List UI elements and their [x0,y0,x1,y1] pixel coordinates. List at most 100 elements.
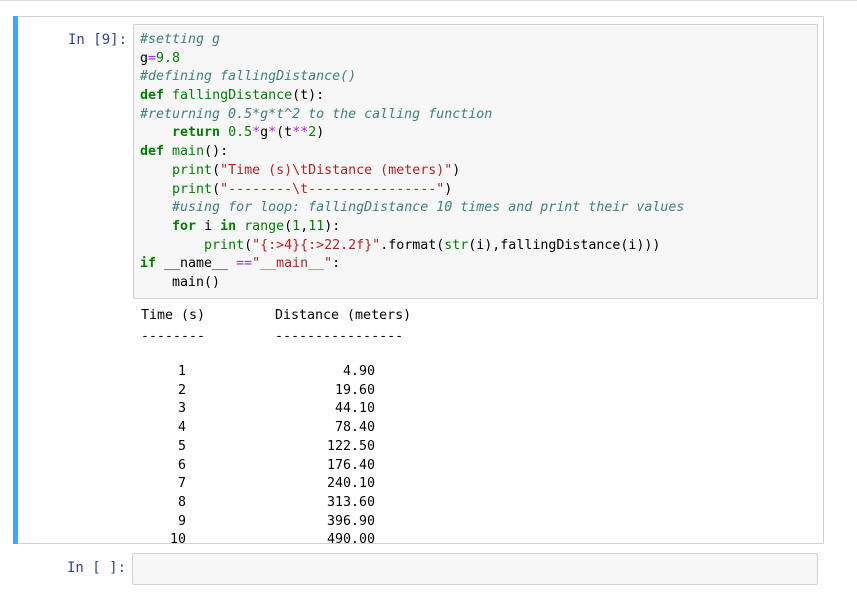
output-distance-value: 396.90 [326,513,375,529]
code-line: def fallingDistance(t): [140,87,684,106]
code-token: , [300,218,309,234]
code-token: #setting g [140,32,221,47]
output-row: 5 122.50 [139,438,439,457]
code-token: ( [212,162,221,178]
code-token: g [260,125,269,141]
code-token: main [172,144,205,160]
code-token: . [380,237,389,253]
code-token: print [172,162,213,178]
output-time-value: 7 [177,476,186,492]
output-header-time: Time (s) [141,308,206,323]
code-line: #setting g [140,31,684,50]
code-token: if [140,256,157,272]
code-cell-empty[interactable]: In [ ]: [13,550,824,590]
code-input-empty[interactable] [132,553,818,585]
output-dash-time: -------- [141,329,206,344]
selected-cell-indicator [13,16,18,544]
code-token: #returning 0.5*g*t^2 to the calling func… [140,106,493,122]
code-line: print("{:>4}{:>22.2f}".format(str(i),fal… [140,237,684,256]
code-cell-selected[interactable]: In [9]: #setting g g=9.8 #defining falling… [13,16,824,547]
code-token: (i),fallingDistance(i))) [468,237,661,253]
code-line: for i in range(1,11): [140,218,684,237]
output-row: 9 396.90 [139,513,439,532]
output-distance-value: 122.50 [326,438,375,454]
output-distance-value: 19.60 [334,382,375,398]
output-distance-value: 44.10 [334,401,375,417]
code-token: 9.8 [156,50,181,66]
input-prompt-empty: In [ ]: [67,560,127,576]
code-editor[interactable]: #setting g g=9.8 #defining fallingDistance… [140,31,684,293]
code-line: #returning 0.5*g*t^2 to the calling func… [140,106,684,125]
code-line: print("Time (s)\tDistance (meters)") [140,162,684,181]
code-token: ) [316,125,325,141]
code-token: 0.5 [228,125,253,141]
code-line: def main(): [140,143,684,162]
code-token: print [204,237,245,253]
code-line: #using for loop: fallingDistance 10 time… [140,199,684,218]
code-token: main() [140,274,221,290]
code-token: in [220,218,237,234]
code-token: ) [452,162,461,178]
output-row: 1 4.90 [139,363,439,382]
code-input-area[interactable]: #setting g g=9.8 #defining fallingDistance… [133,24,818,299]
code-line: if __name__ =="__main__": [140,255,684,274]
output-distance-value: 176.40 [326,457,375,473]
code-token: print [172,181,213,197]
output-time-value: 3 [177,401,186,417]
code-token: (t [276,125,293,141]
code-token: (t): [292,88,325,104]
code-token: ) [444,181,453,197]
output-row: 8 313.60 [139,494,439,513]
code-token: ( [284,218,293,234]
code-token: (): [204,144,229,160]
code-token: ): [324,218,341,234]
output-time-value: 2 [177,382,186,398]
output-row: 2 19.60 [139,382,439,401]
top-divider [0,0,857,1]
code-token: __name__ [156,256,237,272]
output-time-value: 4 [177,420,186,436]
code-line: print("--------\t----------------") [140,181,684,200]
code-token: : [332,256,341,272]
output-dash-distance: ---------------- [275,329,404,344]
code-token: * [252,125,261,141]
code-token: ( [212,181,221,197]
output-row: 3 44.10 [139,400,439,419]
output-time-value: 5 [177,438,186,454]
output-distance-value: 4.90 [342,364,375,379]
code-token: = [148,50,157,66]
code-token: 11 [308,218,325,234]
code-token: def [140,88,165,104]
output-distance-value: 78.40 [334,420,375,436]
code-line: g=9.8 [140,50,684,69]
output-time-value: 6 [177,457,186,473]
code-token: == [236,256,253,272]
output-row: 4 78.40 [139,419,439,438]
code-line: #defining fallingDistance() [140,68,684,87]
output-distance-value: 313.60 [326,494,375,510]
output-time-value: 9 [177,513,186,529]
code-token: ( [244,237,253,253]
code-token: "Time (s)\tDistance (meters)" [220,162,453,178]
code-token: * [268,125,277,141]
output-time-value: 10 [169,532,186,548]
code-token: fallingDistance [172,88,293,104]
output-row: 10 490.00 [139,531,439,550]
code-token: ** [292,125,309,141]
output-row: 7 240.10 [139,475,439,494]
output-distance-value: 240.10 [326,476,375,492]
output-area: Time (s) Distance (meters) -------- ----… [139,307,739,547]
code-token: def [140,144,165,160]
output-row: 6 176.40 [139,457,439,476]
code-line: return 0.5*g*(t**2) [140,124,684,143]
code-token: "--------\t----------------" [220,181,445,197]
